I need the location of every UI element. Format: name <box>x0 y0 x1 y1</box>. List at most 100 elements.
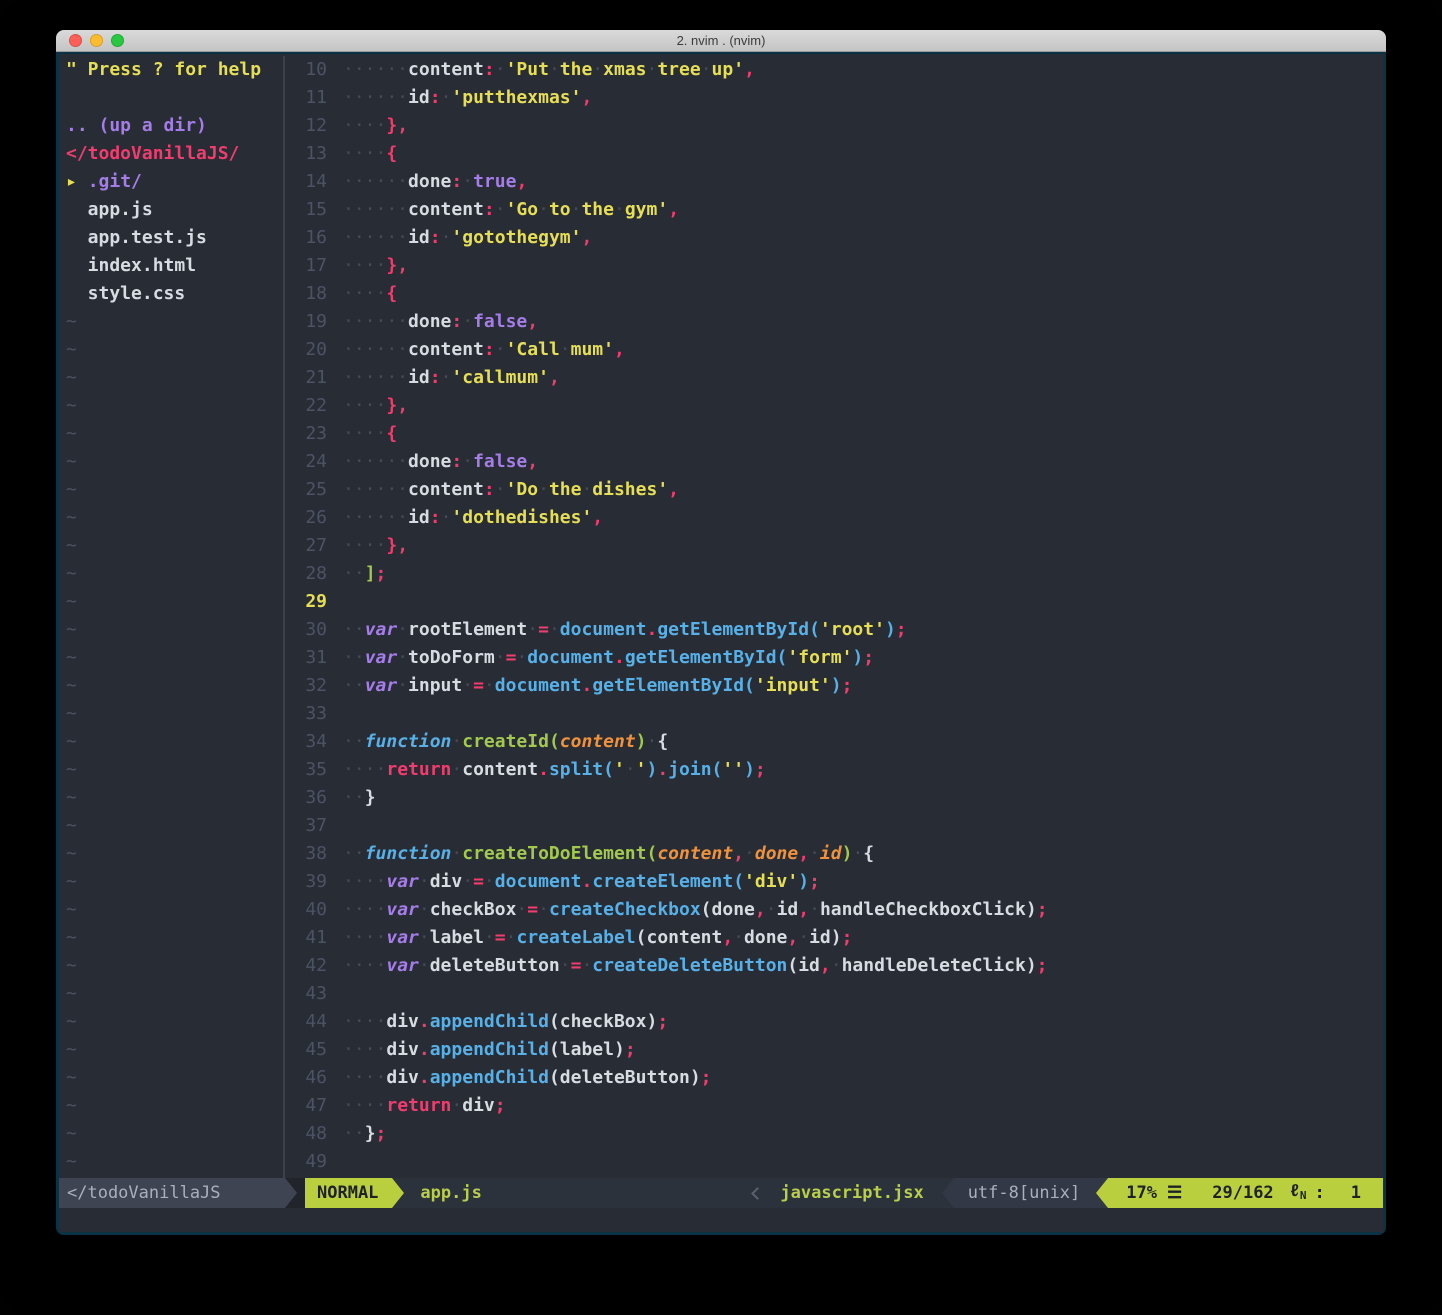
line-number[interactable]: 43 <box>285 980 327 1008</box>
line-number[interactable]: 44 <box>285 1008 327 1036</box>
line-number[interactable]: 38 <box>285 840 327 868</box>
line-number[interactable]: 23 <box>285 420 327 448</box>
code-line[interactable]: 32··var·input·=·document.getElementById(… <box>285 672 1383 700</box>
code-line[interactable]: 47····return·div; <box>285 1092 1383 1120</box>
code-line[interactable]: 30··var·rootElement·=·document.getElemen… <box>285 616 1383 644</box>
code-text: ····return·content.split('·').join(''); <box>327 756 766 784</box>
tree-root[interactable]: </todoVanillaJS/ <box>66 140 283 168</box>
line-number[interactable]: 10 <box>285 56 327 84</box>
line-number[interactable]: 20 <box>285 336 327 364</box>
code-line[interactable]: 41····var·label·=·createLabel(content,·d… <box>285 924 1383 952</box>
line-number[interactable]: 33 <box>285 700 327 728</box>
line-number[interactable]: 25 <box>285 476 327 504</box>
code-line[interactable]: 31··var·toDoForm·=·document.getElementBy… <box>285 644 1383 672</box>
tree-item-index-html[interactable]: index.html <box>66 252 283 280</box>
minimize-button[interactable] <box>90 34 103 47</box>
nerdtree-sidebar[interactable]: " Press ? for help.. (up a dir)</todoVan… <box>59 56 283 1178</box>
tree-item-app-js[interactable]: app.js <box>66 196 283 224</box>
code-line[interactable]: 11······id:·'putthexmas', <box>285 84 1383 112</box>
command-line[interactable] <box>59 1208 1383 1232</box>
code-line[interactable]: 46····div.appendChild(deleteButton); <box>285 1064 1383 1092</box>
code-line[interactable]: 45····div.appendChild(label); <box>285 1036 1383 1064</box>
code-line[interactable]: 26······id:·'dothedishes', <box>285 504 1383 532</box>
code-line[interactable]: 22····}, <box>285 392 1383 420</box>
token: 'input' <box>755 675 831 696</box>
line-number[interactable]: 41 <box>285 924 327 952</box>
line-number[interactable]: 13 <box>285 140 327 168</box>
tree-item-style-css[interactable]: style.css <box>66 280 283 308</box>
token: : <box>484 339 495 360</box>
line-number[interactable]: 31 <box>285 644 327 672</box>
line-number[interactable]: 14 <box>285 168 327 196</box>
line-number[interactable]: 17 <box>285 252 327 280</box>
close-button[interactable] <box>69 34 82 47</box>
code-line[interactable]: 27····}, <box>285 532 1383 560</box>
tree-item-git[interactable]: ▸ .git/ <box>66 168 283 196</box>
code-line[interactable]: 37 <box>285 812 1383 840</box>
code-line[interactable]: 48··}; <box>285 1120 1383 1148</box>
code-line[interactable]: 36··} <box>285 784 1383 812</box>
line-number[interactable]: 46 <box>285 1064 327 1092</box>
line-number[interactable]: 45 <box>285 1036 327 1064</box>
line-number[interactable]: 34 <box>285 728 327 756</box>
code-line[interactable]: 20······content:·'Call·mum', <box>285 336 1383 364</box>
code-line[interactable]: 18····{ <box>285 280 1383 308</box>
code-line[interactable]: 15······content:·'Go·to·the·gym', <box>285 196 1383 224</box>
line-number[interactable]: 39 <box>285 868 327 896</box>
code-line[interactable]: 39····var·div·=·document.createElement('… <box>285 868 1383 896</box>
line-number[interactable]: 35 <box>285 756 327 784</box>
zoom-button[interactable] <box>111 34 124 47</box>
line-number[interactable]: 36 <box>285 784 327 812</box>
code-line[interactable]: 28··]; <box>285 560 1383 588</box>
tilde-empty-line: ~ <box>66 392 283 420</box>
line-number[interactable]: 19 <box>285 308 327 336</box>
code-line[interactable]: 35····return·content.split('·').join('')… <box>285 756 1383 784</box>
line-number[interactable]: 30 <box>285 616 327 644</box>
code-line[interactable]: 34··function·createId(content)·{ <box>285 728 1383 756</box>
code-line[interactable]: 40····var·checkBox·=·createCheckbox(done… <box>285 896 1383 924</box>
code-line[interactable]: 24······done:·false, <box>285 448 1383 476</box>
code-line[interactable]: 17····}, <box>285 252 1383 280</box>
space-dots: · <box>831 955 842 976</box>
line-number[interactable]: 28 <box>285 560 327 588</box>
line-number[interactable]: 12 <box>285 112 327 140</box>
tree-item-app-test-js[interactable]: app.test.js <box>66 224 283 252</box>
line-number[interactable]: 18 <box>285 280 327 308</box>
tree-item-up-dir[interactable]: .. (up a dir) <box>66 112 283 140</box>
line-number[interactable]: 16 <box>285 224 327 252</box>
space-dots: · <box>462 675 473 696</box>
line-number[interactable]: 37 <box>285 812 327 840</box>
line-number[interactable]: 47 <box>285 1092 327 1120</box>
code-line[interactable]: 44····div.appendChild(checkBox); <box>285 1008 1383 1036</box>
line-number[interactable]: 24 <box>285 448 327 476</box>
line-number[interactable]: 21 <box>285 364 327 392</box>
code-line[interactable]: 23····{ <box>285 420 1383 448</box>
code-line[interactable]: 42····var·deleteButton·=·createDeleteBut… <box>285 952 1383 980</box>
token: input <box>408 675 462 696</box>
line-number[interactable]: 22 <box>285 392 327 420</box>
line-number[interactable]: 32 <box>285 672 327 700</box>
code-line[interactable]: 43 <box>285 980 1383 1008</box>
code-line[interactable]: 13····{ <box>285 140 1383 168</box>
code-line[interactable]: 10······content:·'Put·the·xmas·tree·up', <box>285 56 1383 84</box>
code-line[interactable]: 21······id:·'callmum', <box>285 364 1383 392</box>
line-number[interactable]: 42 <box>285 952 327 980</box>
code-line[interactable]: 25······content:·'Do·the·dishes', <box>285 476 1383 504</box>
line-number[interactable]: 26 <box>285 504 327 532</box>
line-number[interactable]: 15 <box>285 196 327 224</box>
code-line[interactable]: 49 <box>285 1148 1383 1176</box>
line-number[interactable]: 49 <box>285 1148 327 1176</box>
code-line[interactable]: 19······done:·false, <box>285 308 1383 336</box>
line-number[interactable]: 27 <box>285 532 327 560</box>
code-line[interactable]: 29 <box>285 588 1383 616</box>
code-buffer[interactable]: 10······content:·'Put·the·xmas·tree·up',… <box>285 56 1383 1178</box>
line-number[interactable]: 40 <box>285 896 327 924</box>
code-line[interactable]: 16······id:·'gotothegym', <box>285 224 1383 252</box>
code-line[interactable]: 14······done:·true, <box>285 168 1383 196</box>
line-number[interactable]: 48 <box>285 1120 327 1148</box>
code-line[interactable]: 12····}, <box>285 112 1383 140</box>
line-number[interactable]: 11 <box>285 84 327 112</box>
cursor-line-number[interactable]: 29 <box>285 588 327 616</box>
code-line[interactable]: 38··function·createToDoElement(content,·… <box>285 840 1383 868</box>
code-line[interactable]: 33 <box>285 700 1383 728</box>
